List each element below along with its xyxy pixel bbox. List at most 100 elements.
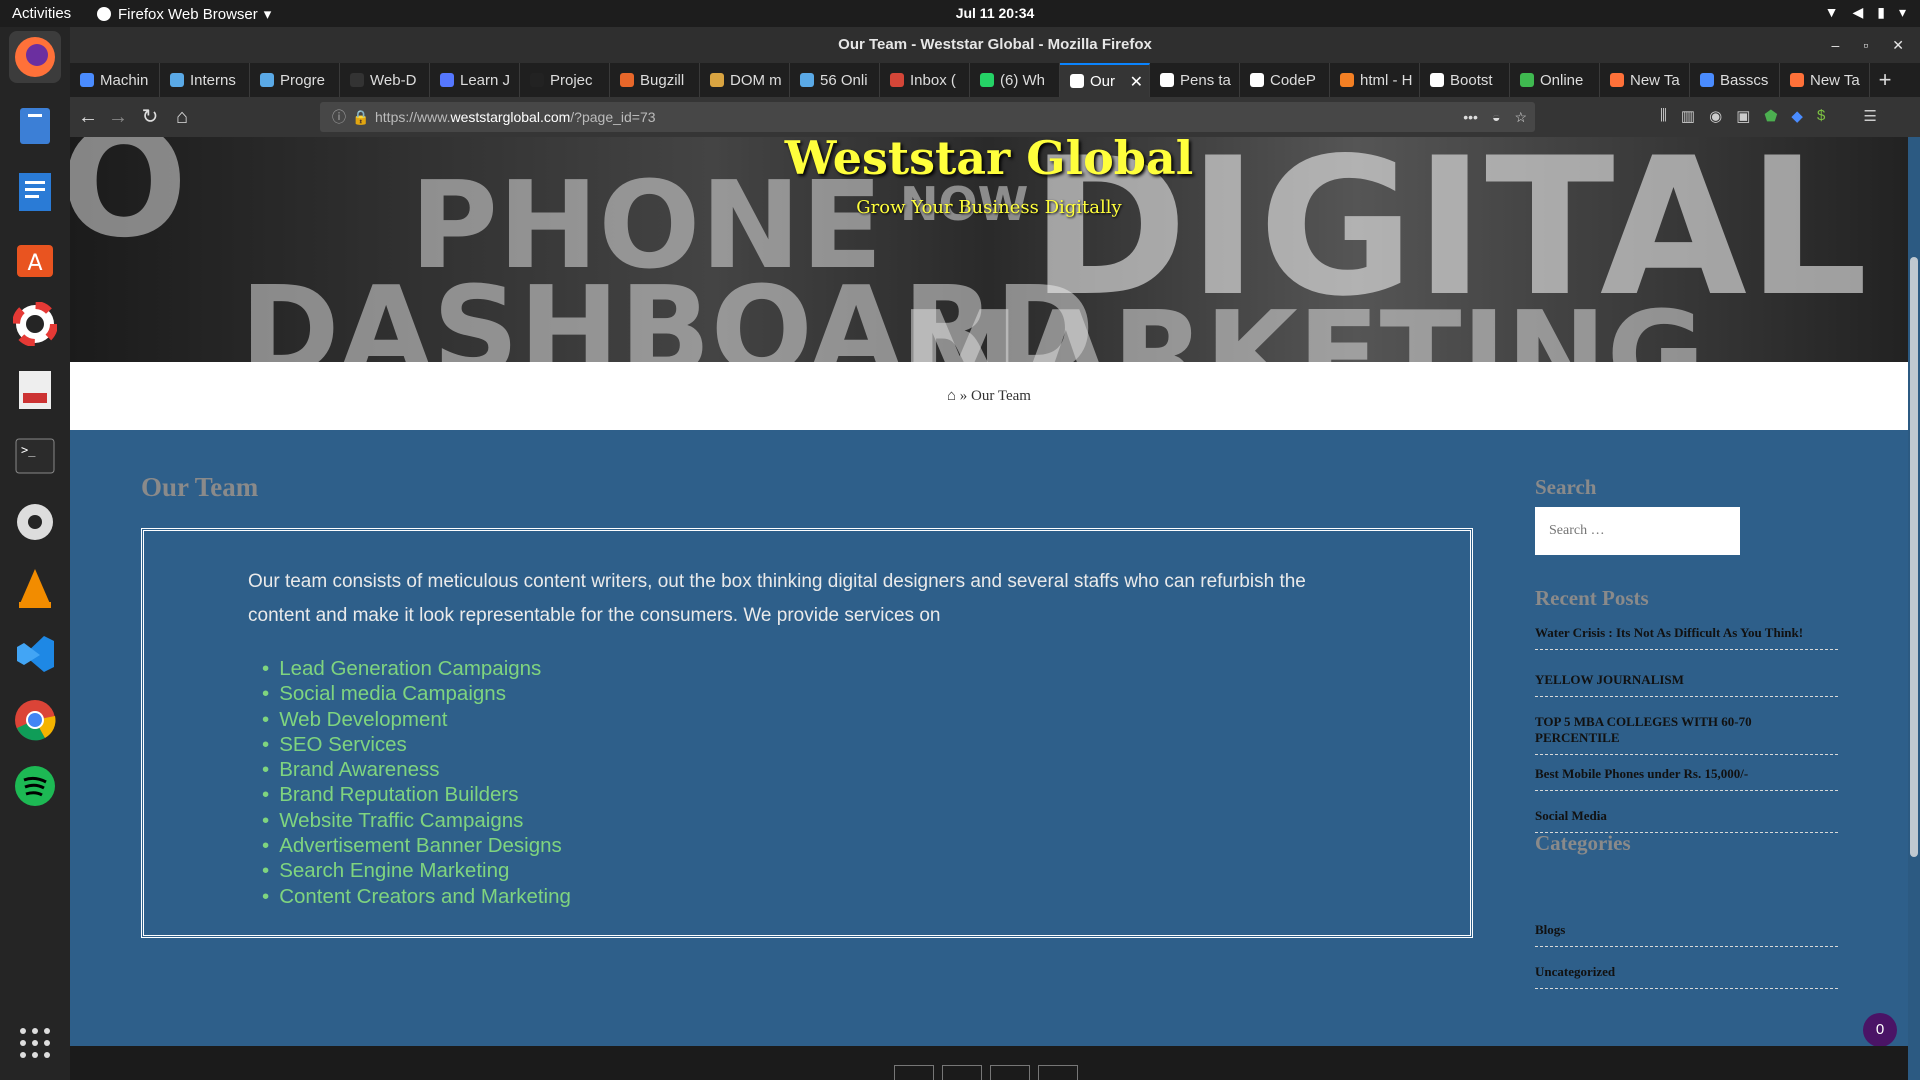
sidebar-icon[interactable]: ▥ xyxy=(1681,107,1695,125)
service-item[interactable]: Website Traffic Campaigns xyxy=(262,808,571,833)
extension-icon[interactable]: ◆ xyxy=(1791,107,1803,125)
new-tab-button[interactable]: + xyxy=(1870,63,1900,97)
back-button[interactable]: ← xyxy=(76,105,100,129)
browser-tab[interactable]: html - H xyxy=(1330,63,1420,97)
system-tray[interactable]: ▼ ◀ ▮ ▾ xyxy=(1825,4,1906,21)
page-scrollbar[interactable] xyxy=(1908,137,1920,1080)
tab-favicon-icon xyxy=(800,73,814,87)
linkedin-icon[interactable] xyxy=(1038,1065,1078,1080)
tab-label: Interns xyxy=(190,71,236,89)
recent-post-link[interactable]: Best Mobile Phones under Rs. 15,000/- xyxy=(1535,766,1838,791)
service-item[interactable]: Search Engine Marketing xyxy=(262,858,571,883)
forward-button[interactable]: → xyxy=(106,105,130,129)
url-domain: weststarglobal.com xyxy=(450,109,571,125)
recent-post-link[interactable]: Water Crisis : Its Not As Difficult As Y… xyxy=(1535,625,1838,650)
service-item[interactable]: Lead Generation Campaigns xyxy=(262,656,571,681)
dock: A >_ xyxy=(0,27,70,1080)
hamburger-menu-icon[interactable]: ☰ xyxy=(1863,107,1876,125)
category-link[interactable]: Uncategorized xyxy=(1535,964,1838,989)
browser-tab[interactable]: Online xyxy=(1510,63,1600,97)
terminal-icon[interactable]: >_ xyxy=(9,430,61,482)
scrollbar-thumb[interactable] xyxy=(1910,257,1918,857)
browser-tab[interactable]: Bootst xyxy=(1420,63,1510,97)
recent-post-link[interactable]: TOP 5 MBA COLLEGES WITH 60-70 PERCENTILE xyxy=(1535,714,1838,755)
browser-tab[interactable]: Basscs xyxy=(1690,63,1780,97)
tab-favicon-icon xyxy=(1790,73,1804,87)
vscode-icon[interactable] xyxy=(9,628,61,680)
address-bar[interactable]: ⓘ 🔒 https://www.weststarglobal.com/?page… xyxy=(320,102,1535,132)
browser-tab[interactable]: Our ✕ xyxy=(1060,63,1150,97)
service-item[interactable]: Social media Campaigns xyxy=(262,681,571,706)
svg-text:>_: >_ xyxy=(21,443,36,457)
close-icon[interactable]: ✕ xyxy=(1892,27,1904,63)
service-item[interactable]: SEO Services xyxy=(262,732,571,757)
intro-paragraph: Our team consists of meticulous content … xyxy=(248,571,1306,626)
chrome-icon[interactable] xyxy=(9,694,61,746)
bookmark-star-icon[interactable]: ☆ xyxy=(1514,102,1527,132)
viewer-icon[interactable] xyxy=(9,364,61,416)
browser-tab[interactable]: DOM m xyxy=(700,63,790,97)
service-item[interactable]: Web Development xyxy=(262,707,571,732)
home-icon[interactable]: ⌂ xyxy=(947,388,956,404)
clock[interactable]: Jul 11 20:34 xyxy=(0,5,1920,21)
browser-tab[interactable]: Pens ta xyxy=(1150,63,1240,97)
writer-icon[interactable] xyxy=(9,166,61,218)
browser-tab[interactable]: New Ta xyxy=(1600,63,1690,97)
browser-tab[interactable]: CodeP xyxy=(1240,63,1330,97)
reload-button[interactable]: ↻ xyxy=(138,105,162,129)
pocket-icon[interactable]: ◒ xyxy=(1492,102,1500,132)
extension-icon[interactable]: $ xyxy=(1817,107,1825,125)
services-list: Lead Generation CampaignsSocial media Ca… xyxy=(262,656,571,909)
navigation-toolbar: ← → ↻ ⌂ ⓘ 🔒 https://www.weststarglobal.c… xyxy=(70,97,1920,137)
account-icon[interactable]: ◉ xyxy=(1709,107,1722,125)
browser-tab[interactable]: New Ta xyxy=(1780,63,1870,97)
maximize-icon[interactable]: ▫ xyxy=(1863,27,1868,63)
browser-tab[interactable]: Web-D xyxy=(340,63,430,97)
tab-label: Basscs xyxy=(1720,71,1769,89)
url-prefix: https://www. xyxy=(375,109,451,125)
browser-tab[interactable]: Projec xyxy=(520,63,610,97)
browser-tab[interactable]: (6) Wh xyxy=(970,63,1060,97)
help-icon[interactable] xyxy=(9,298,61,350)
settings-icon[interactable] xyxy=(9,496,61,548)
cart-count-badge[interactable]: 0 xyxy=(1863,1013,1897,1047)
home-button[interactable]: ⌂ xyxy=(170,105,194,129)
service-item[interactable]: Brand Reputation Builders xyxy=(262,782,571,807)
twitter-icon[interactable] xyxy=(942,1065,982,1080)
browser-tab[interactable]: Learn J xyxy=(430,63,520,97)
browser-tab[interactable]: 56 Onli xyxy=(790,63,880,97)
info-icon[interactable]: ⓘ xyxy=(332,102,346,132)
browser-tab[interactable]: Bugzill xyxy=(610,63,700,97)
software-icon[interactable]: A xyxy=(9,232,61,284)
apps-grid-icon[interactable] xyxy=(9,1017,61,1069)
tab-favicon-icon xyxy=(890,73,904,87)
recent-post-link[interactable]: YELLOW JOURNALISM xyxy=(1535,672,1838,697)
recent-post-link[interactable]: Social Media xyxy=(1535,808,1838,833)
browser-tab[interactable]: Progre xyxy=(250,63,340,97)
site-title[interactable]: Weststar Global xyxy=(70,137,1908,185)
tab-favicon-icon xyxy=(440,73,454,87)
library-icon[interactable]: ⫼ xyxy=(1660,107,1667,125)
tab-label: (6) Wh xyxy=(1000,71,1045,89)
instagram-icon[interactable] xyxy=(990,1065,1030,1080)
tab-label: 56 Onli xyxy=(820,71,868,89)
files-icon[interactable] xyxy=(9,100,61,152)
service-item[interactable]: Content Creators and Marketing xyxy=(262,884,571,909)
firefox-icon[interactable] xyxy=(9,31,61,83)
browser-tab[interactable]: Machin xyxy=(70,63,160,97)
search-input[interactable] xyxy=(1535,507,1740,555)
service-item[interactable]: Brand Awareness xyxy=(262,757,571,782)
shield-icon[interactable]: ⬟ xyxy=(1764,107,1777,125)
wifi-icon: ▼ xyxy=(1824,4,1839,20)
facebook-icon[interactable] xyxy=(894,1065,934,1080)
service-item[interactable]: Advertisement Banner Designs xyxy=(262,833,571,858)
close-tab-icon[interactable]: ✕ xyxy=(1130,72,1143,92)
browser-tab[interactable]: Interns xyxy=(160,63,250,97)
extension-icon[interactable]: ▣ xyxy=(1736,107,1750,125)
category-link[interactable]: Blogs xyxy=(1535,922,1838,947)
page-actions-icon[interactable]: ••• xyxy=(1463,102,1478,132)
spotify-icon[interactable] xyxy=(9,760,61,812)
browser-tab[interactable]: Inbox ( xyxy=(880,63,970,97)
minimize-icon[interactable]: – xyxy=(1832,27,1840,63)
vlc-icon[interactable] xyxy=(9,562,61,614)
